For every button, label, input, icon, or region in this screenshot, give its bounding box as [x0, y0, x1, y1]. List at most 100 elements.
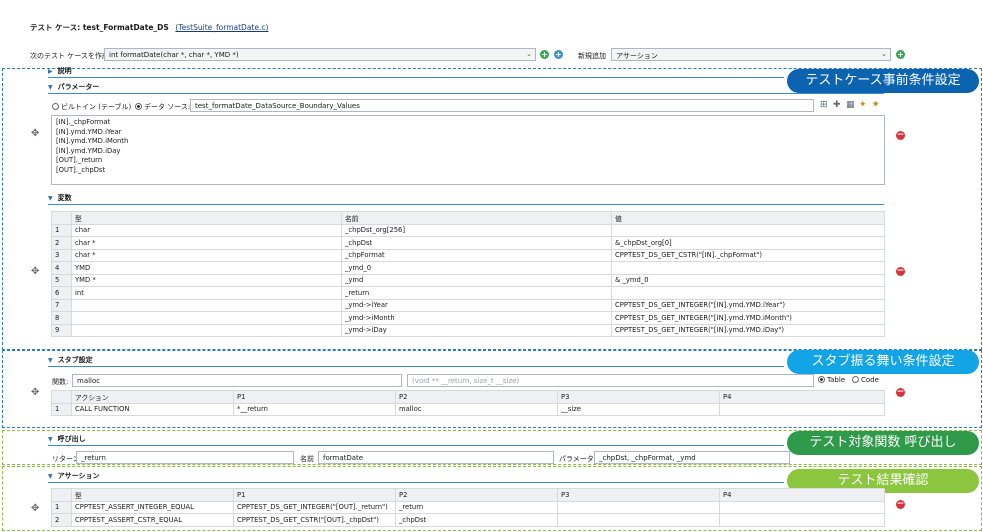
type-cell[interactable]: char * — [71, 236, 342, 250]
column-header-p4[interactable]: P4 — [719, 390, 885, 404]
type-cell[interactable]: char * — [71, 248, 342, 262]
assertions-section-header[interactable]: ▼ アサーション — [48, 471, 100, 481]
datasource-radio[interactable]: データ ソース: — [135, 102, 190, 112]
value-cell[interactable]: CPPTEST_DS_GET_INTEGER("[IN].ymd.YMD.iYe… — [611, 298, 885, 312]
name-cell[interactable]: _chpFormat — [341, 248, 612, 262]
list-item[interactable]: [IN].ymd.YMD.iDay — [56, 147, 880, 157]
p4-cell[interactable] — [719, 402, 885, 416]
type-cell[interactable]: int — [71, 286, 342, 300]
code-radio[interactable]: Code — [852, 376, 879, 384]
type-cell[interactable] — [71, 311, 342, 325]
table-row[interactable]: 9 _ymd->iDay CPPTEST_DS_GET_INTEGER("[IN].… — [51, 323, 885, 337]
test-suite-link[interactable]: (TestSuite_formatDate.c) — [175, 23, 268, 32]
p3-cell[interactable] — [557, 500, 720, 514]
remove-icon[interactable]: − — [896, 267, 905, 276]
move-handle-icon[interactable]: ✥ — [31, 128, 39, 139]
column-header-p3[interactable]: P3 — [557, 488, 720, 502]
params-field[interactable]: _chpDst, _chpFormat, _ymd — [594, 451, 790, 464]
p2-cell[interactable]: _return — [395, 500, 558, 514]
move-handle-icon[interactable]: ✥ — [31, 387, 39, 398]
table-row[interactable]: 1 char _chpDst_org[256] — [51, 223, 885, 237]
value-cell[interactable]: CPPTEST_DS_GET_INTEGER("[IN].ymd.YMD.iMo… — [611, 311, 885, 325]
variables-section-header[interactable]: ▼ 変数 — [48, 193, 72, 203]
type-cell[interactable]: char — [71, 223, 342, 237]
parameters-list[interactable]: [IN]._chpFormat [IN].ymd.YMD.iYear [IN].… — [51, 115, 885, 185]
add-icon[interactable]: + — [540, 50, 549, 59]
datasource-field[interactable]: test_formatDate_DataSource_Boundary_Valu… — [190, 99, 814, 112]
datasource-add-icon[interactable]: ✚ — [833, 101, 842, 110]
table-row[interactable]: 4 YMD _ymd_0 — [51, 261, 885, 275]
column-header-value[interactable]: 値 — [611, 211, 885, 225]
parameters-section-header[interactable]: ▼ パラメーター — [48, 82, 99, 92]
table-row[interactable]: 7 _ymd->iYear CPPTEST_DS_GET_INTEGER("[IN]… — [51, 298, 885, 312]
datasource-tool-icon[interactable]: ⊞ — [820, 101, 829, 110]
table-row[interactable]: 6 int _return — [51, 286, 885, 300]
p4-cell[interactable] — [719, 513, 885, 527]
call-section-header[interactable]: ▼ 呼び出し — [48, 434, 86, 444]
datasource-table-icon[interactable]: ▦ — [846, 101, 855, 110]
p1-cell[interactable]: CPPTEST_DS_GET_INTEGER("[OUT]._return") — [233, 500, 396, 514]
name-field[interactable]: formatDate — [318, 451, 554, 464]
list-item[interactable]: [IN].ymd.YMD.iYear — [56, 128, 880, 138]
function-select[interactable]: int formatDate(char *, char *, YMD *) ⌄ — [104, 48, 536, 61]
name-cell[interactable]: _chpDst — [341, 236, 612, 250]
return-field[interactable]: _return — [76, 451, 294, 464]
column-header-type[interactable]: 型 — [71, 488, 234, 502]
name-cell[interactable]: _ymd->iDay — [341, 323, 612, 337]
name-cell[interactable]: _ymd->iYear — [341, 298, 612, 312]
type-cell[interactable]: YMD * — [71, 273, 342, 287]
list-item[interactable]: [OUT]._chpDst — [56, 166, 880, 176]
type-cell[interactable] — [71, 323, 342, 337]
name-cell[interactable]: _ymd_0 — [341, 261, 612, 275]
name-cell[interactable]: _ymd — [341, 273, 612, 287]
stub-function-field[interactable]: malloc — [72, 374, 402, 387]
type-cell[interactable] — [71, 298, 342, 312]
list-item[interactable]: [OUT]._return — [56, 156, 880, 166]
stubs-section-header[interactable]: ▼ スタブ設定 — [48, 355, 93, 365]
variables-table[interactable]: 型 名前 値 1 char _chpDst_org[256] 2 char * _chp… — [51, 211, 885, 337]
table-row[interactable]: 1 CPPTEST_ASSERT_INTEGER_EQUAL CPPTEST_D… — [51, 500, 885, 514]
column-header-p3[interactable]: P3 — [557, 390, 720, 404]
p2-cell[interactable]: _chpDst — [395, 513, 558, 527]
column-header-p1[interactable]: P1 — [233, 488, 396, 502]
table-radio[interactable]: Table — [818, 376, 845, 384]
action-cell[interactable]: CALL FUNCTION — [71, 402, 234, 416]
column-header-action[interactable]: アクション — [71, 390, 234, 404]
builtin-radio[interactable]: ビルトイン (テーブル) — [52, 102, 131, 112]
value-cell[interactable]: CPPTEST_DS_GET_CSTR("[IN]._chpFormat") — [611, 248, 885, 262]
datasource-wizard-icon[interactable]: ✦ — [859, 101, 868, 110]
value-cell[interactable] — [611, 261, 885, 275]
p1-cell[interactable]: *__return — [233, 402, 396, 416]
remove-icon[interactable]: − — [896, 500, 905, 509]
table-row[interactable]: 3 char * _chpFormat CPPTEST_DS_GET_CSTR("[I… — [51, 248, 885, 262]
table-row[interactable]: 2 char * _chpDst &_chpDst_org[0] — [51, 236, 885, 250]
table-row[interactable]: 5 YMD * _ymd & _ymd_0 — [51, 273, 885, 287]
stub-signature-field[interactable]: (void ** __return, size_t __size) — [407, 374, 814, 387]
value-cell[interactable] — [611, 223, 885, 237]
p1-cell[interactable]: CPPTEST_DS_GET_CSTR("[OUT]._chpDst") — [233, 513, 396, 527]
table-row[interactable]: 8 _ymd->iMonth CPPTEST_DS_GET_INTEGER("[IN… — [51, 311, 885, 325]
value-cell[interactable]: CPPTEST_DS_GET_INTEGER("[IN].ymd.YMD.iDa… — [611, 323, 885, 337]
remove-icon[interactable]: − — [896, 388, 905, 397]
column-header-p2[interactable]: P2 — [395, 390, 558, 404]
list-item[interactable]: [IN]._chpFormat — [56, 118, 880, 128]
p4-cell[interactable] — [719, 500, 885, 514]
table-row[interactable]: 1 CALL FUNCTION *__return malloc __size — [51, 402, 885, 416]
name-cell[interactable]: _return — [341, 286, 612, 300]
value-cell[interactable]: &_chpDst_org[0] — [611, 236, 885, 250]
type-cell[interactable]: YMD — [71, 261, 342, 275]
column-header-type[interactable]: 型 — [71, 211, 342, 225]
p3-cell[interactable]: __size — [557, 402, 720, 416]
name-cell[interactable]: _ymd->iMonth — [341, 311, 612, 325]
p2-cell[interactable]: malloc — [395, 402, 558, 416]
list-item[interactable]: [IN].ymd.YMD.iMonth — [56, 137, 880, 147]
name-cell[interactable]: _chpDst_org[256] — [341, 223, 612, 237]
column-header-p2[interactable]: P2 — [395, 488, 558, 502]
table-row[interactable]: 2 CPPTEST_ASSERT_CSTR_EQUAL CPPTEST_DS_G… — [51, 513, 885, 527]
column-header-p4[interactable]: P4 — [719, 488, 885, 502]
type-cell[interactable]: CPPTEST_ASSERT_CSTR_EQUAL — [71, 513, 234, 527]
value-cell[interactable]: & _ymd_0 — [611, 273, 885, 287]
value-cell[interactable] — [611, 286, 885, 300]
move-handle-icon[interactable]: ✥ — [31, 266, 39, 277]
add-all-icon[interactable]: + — [554, 50, 563, 59]
